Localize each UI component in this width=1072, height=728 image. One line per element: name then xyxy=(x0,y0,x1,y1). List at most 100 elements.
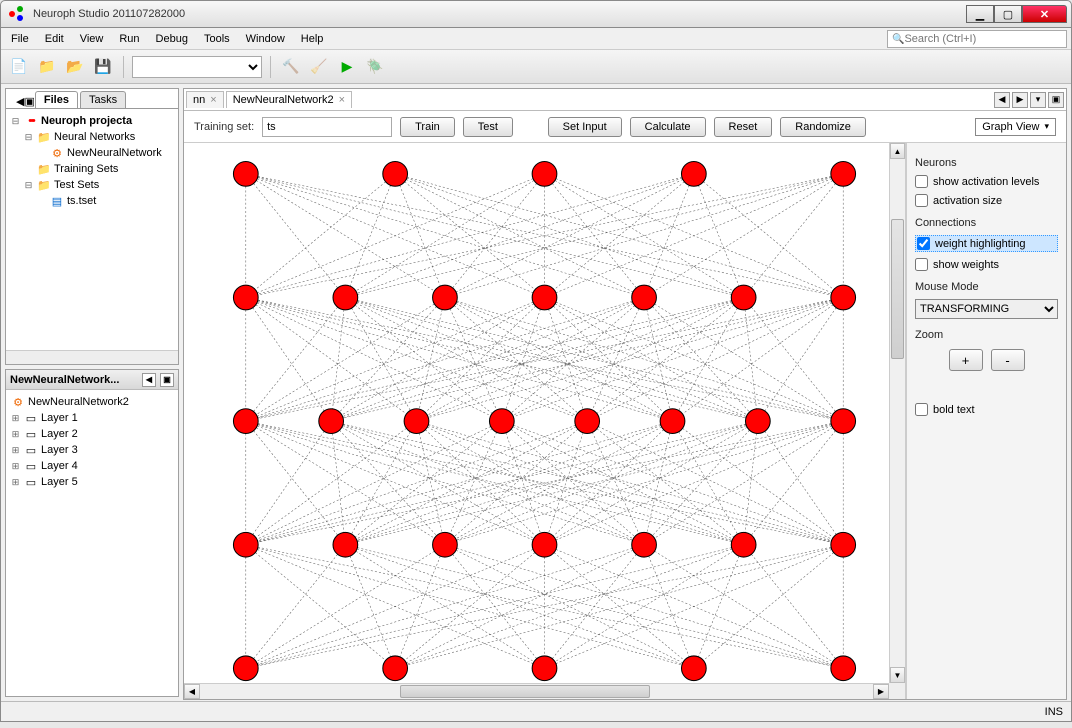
hscrollbar[interactable] xyxy=(6,350,178,364)
statusbar: INS xyxy=(1,701,1071,721)
chk-bold-text[interactable]: bold text xyxy=(915,403,1058,416)
menu-window[interactable]: Window xyxy=(240,31,291,47)
nav-root[interactable]: NewNeuralNetwork2 xyxy=(10,394,174,410)
tree-nn-item[interactable]: NewNeuralNetwork xyxy=(36,145,174,161)
tree-project-root[interactable]: ⊟ Neuroph projecta xyxy=(10,113,174,129)
app-icon xyxy=(9,6,25,22)
train-button[interactable]: Train xyxy=(400,117,455,137)
network-graph[interactable] xyxy=(184,143,905,699)
navigator-header: NewNeuralNetwork... ◀ ▣ xyxy=(6,370,178,390)
editor-maximize[interactable]: ▣ xyxy=(1048,92,1064,108)
separator xyxy=(270,56,271,78)
visualization-options: Neurons show activation levels activatio… xyxy=(906,143,1066,699)
reset-button[interactable]: Reset xyxy=(714,117,773,137)
layer-icon: ▭ xyxy=(23,411,39,425)
menu-tools[interactable]: Tools xyxy=(198,31,236,47)
folder-icon xyxy=(36,130,52,144)
nav-btn-2[interactable]: ▣ xyxy=(160,373,174,387)
chk-activation-size[interactable]: activation size xyxy=(915,194,1058,207)
nav-layer-3[interactable]: ⊞▭Layer 3 xyxy=(10,442,174,458)
nav-layer-2[interactable]: ⊞▭Layer 2 xyxy=(10,426,174,442)
calculate-button[interactable]: Calculate xyxy=(630,117,706,137)
menu-view[interactable]: View xyxy=(74,31,110,47)
scroll-thumb[interactable] xyxy=(400,685,650,698)
editor-toolbar: Training set: Train Test Set Input Calcu… xyxy=(184,111,1066,143)
editor-tab-nn[interactable]: nn× xyxy=(186,91,224,108)
config-selector[interactable] xyxy=(132,56,262,78)
debug-button: 🪲 xyxy=(363,55,387,79)
network-icon xyxy=(10,395,26,409)
layer-icon: ▭ xyxy=(23,427,39,441)
window-close-button[interactable] xyxy=(1022,5,1067,23)
window-titlebar: Neuroph Studio 201107282000 xyxy=(0,0,1072,28)
menu-file[interactable]: File xyxy=(5,31,35,47)
tab-files[interactable]: Files xyxy=(35,91,78,108)
layer-icon: ▭ xyxy=(23,475,39,489)
save-button[interactable]: 💾 xyxy=(91,55,115,79)
close-icon[interactable]: × xyxy=(210,94,216,106)
nav-btn-1[interactable]: ◀ xyxy=(142,373,156,387)
zoom-out-button[interactable]: - xyxy=(991,349,1025,371)
chk-show-activation-levels[interactable]: show activation levels xyxy=(915,175,1058,188)
editor-dropdown[interactable]: ▾ xyxy=(1030,92,1046,108)
nav-layer-5[interactable]: ⊞▭Layer 5 xyxy=(10,474,174,490)
menu-run[interactable]: Run xyxy=(113,31,145,47)
editor-tablist: nn× NewNeuralNetwork2× ◀ ▶ ▾ ▣ xyxy=(184,89,1066,111)
menu-help[interactable]: Help xyxy=(295,31,330,47)
search-icon xyxy=(892,33,904,45)
editor-nav-left[interactable]: ◀ xyxy=(994,92,1010,108)
scroll-up-icon[interactable]: ▲ xyxy=(890,143,905,159)
mouse-mode-label: Mouse Mode xyxy=(915,281,1058,293)
close-icon[interactable]: × xyxy=(339,94,345,106)
editor-nav-right[interactable]: ▶ xyxy=(1012,92,1028,108)
tree-neural-networks[interactable]: ⊟ Neural Networks xyxy=(23,129,174,145)
window-maximize-button[interactable] xyxy=(994,5,1022,23)
project-tree[interactable]: ⊟ Neuroph projecta ⊟ Neural Networks New… xyxy=(6,109,178,350)
insert-mode-indicator: INS xyxy=(1045,706,1063,718)
open-button[interactable]: 📂 xyxy=(63,55,87,79)
menu-edit[interactable]: Edit xyxy=(39,31,70,47)
tree-test-sets[interactable]: ⊟ Test Sets xyxy=(23,177,174,193)
nav-layer-1[interactable]: ⊞▭Layer 1 xyxy=(10,410,174,426)
zoom-in-button[interactable]: + xyxy=(949,349,983,371)
tab-nav-left[interactable]: ◀ xyxy=(16,95,24,108)
scroll-thumb[interactable] xyxy=(891,219,904,359)
editor-tab-newneuralnetwork2[interactable]: NewNeuralNetwork2× xyxy=(226,91,352,108)
left-tabs: ◀ ▣ Files Tasks xyxy=(6,89,178,109)
zoom-label: Zoom xyxy=(915,329,1058,341)
menu-debug[interactable]: Debug xyxy=(150,31,194,47)
tab-nav-right[interactable]: ▣ xyxy=(24,95,34,108)
mouse-mode-select[interactable]: TRANSFORMING xyxy=(915,299,1058,319)
test-button[interactable]: Test xyxy=(463,117,513,137)
new-project-button[interactable]: 📁 xyxy=(35,55,59,79)
scroll-down-icon[interactable]: ▼ xyxy=(890,667,905,683)
training-set-input[interactable] xyxy=(262,117,392,137)
set-input-button[interactable]: Set Input xyxy=(548,117,622,137)
nav-layer-4[interactable]: ⊞▭Layer 4 xyxy=(10,458,174,474)
canvas-vscroll[interactable]: ▲ ▼ xyxy=(889,143,905,683)
tree-ts-item[interactable]: ts.tset xyxy=(36,193,174,209)
view-selector[interactable]: Graph View xyxy=(975,118,1056,136)
tree-training-sets[interactable]: Training Sets xyxy=(23,161,174,177)
window-title: Neuroph Studio 201107282000 xyxy=(33,8,966,20)
navigator-tree[interactable]: NewNeuralNetwork2 ⊞▭Layer 1 ⊞▭Layer 2 ⊞▭… xyxy=(6,390,178,696)
layer-icon: ▭ xyxy=(23,459,39,473)
scroll-left-icon[interactable]: ◀ xyxy=(184,684,200,699)
search-input[interactable] xyxy=(904,33,1062,45)
folder-icon xyxy=(36,178,52,192)
run-button[interactable]: ▶ xyxy=(335,55,359,79)
clean-button: 🧹 xyxy=(307,55,331,79)
training-set-label: Training set: xyxy=(194,121,254,133)
scroll-right-icon[interactable]: ▶ xyxy=(873,684,889,699)
chk-weight-highlighting[interactable]: weight highlighting xyxy=(915,235,1058,252)
window-minimize-button[interactable] xyxy=(966,5,994,23)
canvas-hscroll[interactable]: ◀ ▶ xyxy=(184,683,889,699)
network-canvas[interactable]: ▲ ▼ ◀ ▶ xyxy=(184,143,906,699)
randomize-button[interactable]: Randomize xyxy=(780,117,866,137)
layer-icon: ▭ xyxy=(23,443,39,457)
global-search[interactable] xyxy=(887,30,1067,48)
chk-show-weights[interactable]: show weights xyxy=(915,258,1058,271)
neurons-group-label: Neurons xyxy=(915,157,1058,169)
new-file-button[interactable]: 📄 xyxy=(7,55,31,79)
tab-tasks[interactable]: Tasks xyxy=(80,91,126,108)
